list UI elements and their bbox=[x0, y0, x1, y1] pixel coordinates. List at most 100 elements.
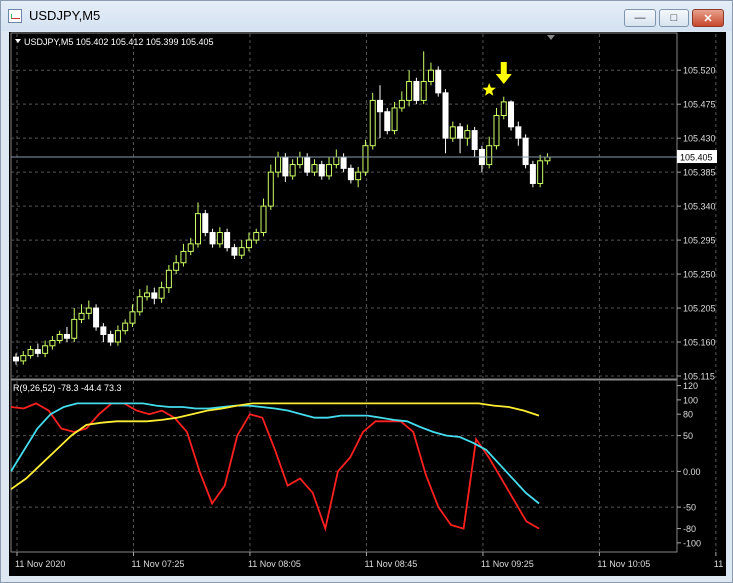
sell-arrow-icon bbox=[495, 62, 512, 84]
signal-star-icon bbox=[482, 83, 496, 96]
chart-window-icon bbox=[8, 9, 22, 23]
candle-body bbox=[114, 330, 121, 343]
price-tick-label: 105.160 bbox=[683, 338, 716, 348]
candle-body bbox=[129, 311, 136, 324]
candle-body bbox=[471, 130, 478, 150]
indicator-panel-frame bbox=[10, 379, 678, 553]
indicator-tick-label: 120 bbox=[683, 381, 698, 391]
candle-body bbox=[304, 156, 311, 173]
candle-body bbox=[100, 326, 107, 335]
chart-symbol-label: USDJPY,M5 105.402 105.412 105.399 105.40… bbox=[24, 37, 213, 47]
candle-body bbox=[318, 164, 325, 177]
candle-body bbox=[275, 156, 282, 173]
window-title: USDJPY,M5 bbox=[29, 8, 101, 23]
time-tick-label: 11 Nov 08:45 bbox=[364, 559, 417, 569]
indicator-line-red bbox=[10, 402, 540, 532]
indicator-tick-label: 50 bbox=[683, 431, 693, 441]
candle-body bbox=[173, 262, 180, 271]
candle-body bbox=[260, 205, 267, 234]
candle-body bbox=[544, 156, 551, 162]
candle-body bbox=[289, 164, 296, 177]
chart-menu-triangle-icon bbox=[15, 39, 21, 43]
time-tick-label: 11 Nov 07:25 bbox=[131, 559, 184, 569]
candle-body bbox=[326, 164, 333, 177]
candle-body bbox=[311, 164, 318, 173]
candle-body bbox=[486, 145, 493, 166]
candle-body bbox=[340, 156, 347, 169]
chart-window: USDJPY,M5 — □ ✕ 105.405 USDJPY,M5 105.402… bbox=[0, 0, 733, 583]
candle-body bbox=[151, 292, 158, 299]
candle-body bbox=[187, 243, 194, 252]
candle-body bbox=[515, 126, 522, 139]
indicator-line-yellow bbox=[10, 402, 540, 490]
time-tick-label: 11 Nov 09:25 bbox=[481, 559, 534, 569]
candle-body bbox=[165, 269, 172, 289]
candle-body bbox=[442, 92, 449, 139]
candle-body bbox=[202, 213, 209, 234]
candle-body bbox=[13, 356, 19, 362]
candle-body bbox=[296, 156, 303, 166]
candle-body bbox=[231, 247, 238, 256]
price-tick-label: 105.250 bbox=[683, 270, 716, 280]
candle-body bbox=[391, 107, 398, 132]
candle-body bbox=[347, 167, 354, 181]
price-tick-label: 105.115 bbox=[683, 372, 715, 382]
candle-body bbox=[107, 333, 114, 343]
indicator-tick-label: 0.00 bbox=[683, 467, 701, 477]
price-tick-label: 105.430 bbox=[683, 134, 716, 144]
time-tick-label: 11 Nov 2020 bbox=[15, 559, 65, 569]
indicator-tick-label: -50 bbox=[683, 503, 696, 513]
candle-body bbox=[158, 287, 165, 299]
price-tick-label: 105.340 bbox=[683, 202, 716, 212]
candle-body bbox=[49, 340, 56, 347]
chart-canvas[interactable]: 105.405 USDJPY,M5 105.402 105.412 105.399… bbox=[9, 32, 733, 576]
candle-body bbox=[195, 213, 201, 245]
indicator-tick-label: -100 bbox=[683, 538, 701, 548]
candle-body bbox=[238, 247, 245, 256]
candle-body bbox=[224, 232, 231, 249]
candle-body bbox=[362, 145, 369, 173]
candle-body bbox=[413, 81, 420, 101]
minimize-button[interactable]: — bbox=[624, 9, 656, 27]
candle-body bbox=[267, 171, 274, 207]
indicator-tick-label: -80 bbox=[683, 524, 696, 534]
candle-body bbox=[144, 292, 151, 298]
candle-body bbox=[71, 318, 78, 339]
candle-body bbox=[78, 312, 85, 320]
candle-body bbox=[508, 101, 515, 128]
candle-body bbox=[93, 307, 100, 328]
chart-area[interactable]: 105.405 USDJPY,M5 105.402 105.412 105.399… bbox=[9, 32, 733, 576]
candle-body bbox=[34, 349, 41, 354]
title-bar[interactable]: USDJPY,M5 — □ ✕ bbox=[1, 1, 732, 31]
candle-body bbox=[493, 115, 500, 147]
candle-body bbox=[464, 130, 471, 139]
candle-body bbox=[216, 232, 223, 245]
indicator-tick-label: 80 bbox=[683, 410, 693, 420]
candle-body bbox=[355, 171, 362, 181]
candle-body bbox=[253, 232, 260, 241]
time-tick-label: 11 Nov 10:45 bbox=[714, 559, 726, 569]
candle-body bbox=[56, 333, 63, 342]
candle-body bbox=[27, 349, 34, 357]
chart-shift-marker-icon bbox=[547, 35, 555, 40]
candle-body bbox=[537, 160, 544, 184]
candle-body bbox=[136, 296, 143, 313]
close-button[interactable]: ✕ bbox=[692, 9, 724, 27]
candle-body bbox=[209, 232, 216, 245]
price-tick-label: 105.295 bbox=[683, 236, 716, 246]
candle-body bbox=[457, 126, 464, 139]
candle-body bbox=[369, 99, 376, 147]
candle-body bbox=[245, 239, 252, 249]
maximize-button[interactable]: □ bbox=[659, 9, 689, 27]
price-tick-label: 105.385 bbox=[683, 168, 716, 178]
candle-body bbox=[522, 137, 529, 166]
candle-body bbox=[500, 101, 507, 117]
candle-body bbox=[427, 69, 434, 83]
candle-body bbox=[406, 81, 413, 101]
candle-body bbox=[529, 164, 536, 184]
candle-body bbox=[42, 345, 49, 354]
price-tick-label: 105.475 bbox=[683, 100, 716, 110]
candle-body bbox=[20, 355, 27, 362]
candle-body bbox=[180, 250, 187, 264]
indicator-tick-label: 100 bbox=[683, 395, 698, 405]
